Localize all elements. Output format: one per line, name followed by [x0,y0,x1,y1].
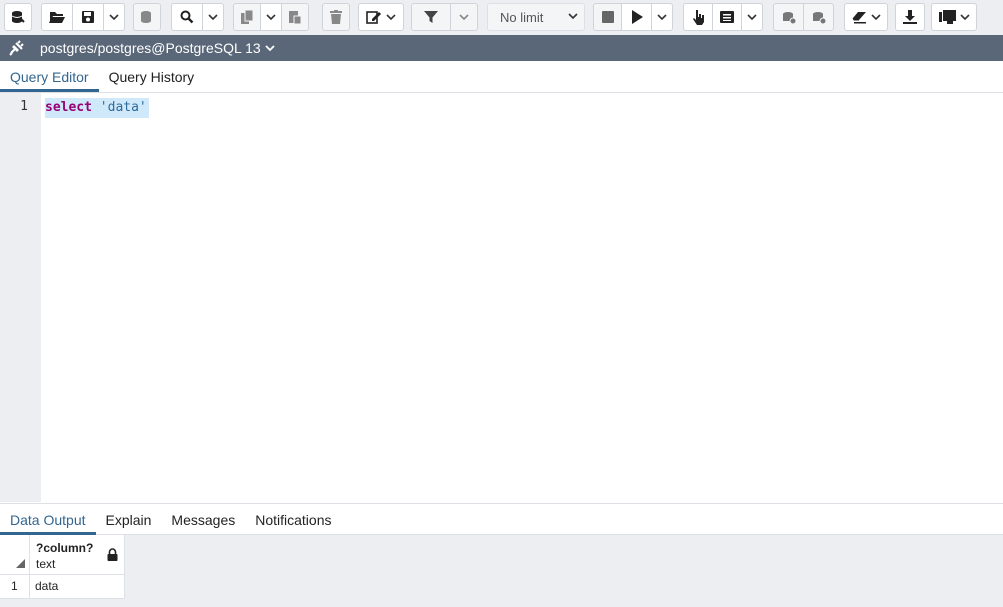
execute-options-dropdown[interactable] [651,3,673,31]
explain-options-dropdown[interactable] [741,3,763,31]
column-name: ?column? [36,541,94,555]
macro-icon [938,10,956,24]
list-icon [720,11,734,23]
object-explorer-button[interactable] [4,3,32,31]
filter-options-dropdown[interactable] [450,3,478,31]
connection-label[interactable]: postgres/postgres@PostgreSQL 13 [40,40,261,56]
line-gutter: 1 [0,93,41,502]
edit-button[interactable] [358,3,404,31]
copy-button[interactable] [233,3,261,31]
limit-select[interactable]: No limit [487,3,585,31]
execute-group [593,3,673,31]
results-grid: ?column? text 1 data [0,535,1003,607]
chevron-down-icon [459,13,469,20]
code-line[interactable]: select 'data' [45,98,149,118]
execute-button[interactable] [621,3,652,31]
table-row[interactable]: 1 data [0,575,125,599]
plug-icon [9,40,24,56]
chevron-down-icon[interactable] [265,44,275,52]
filter-icon [424,11,438,23]
download-icon [903,10,917,24]
tab-data-output[interactable]: Data Output [0,504,96,535]
chevron-down-icon [747,13,757,20]
filter-group [411,3,478,31]
edit-icon [366,11,381,24]
stop-icon [601,11,614,23]
eraser-icon [852,11,866,23]
column-type: text [36,557,56,571]
commit-icon [782,11,796,24]
chevron-down-icon [386,13,396,20]
chevron-down-icon [266,13,276,20]
tab-notifications[interactable]: Notifications [245,504,341,535]
save-file-button[interactable] [72,3,104,31]
save-icon [82,11,94,23]
connection-bar: postgres/postgres@PostgreSQL 13 [0,35,1003,61]
copy-options-dropdown[interactable] [260,3,282,31]
open-file-button[interactable] [41,3,73,31]
transaction-group [773,3,834,31]
find-group [171,3,224,31]
database-icon [11,11,25,23]
editor-tabs: Query Editor Query History [0,61,1003,93]
paste-icon [288,11,301,24]
output-tabs: Data Output Explain Messages Notificatio… [0,503,1003,535]
chevron-down-icon [568,13,578,20]
explain-analyze-button[interactable] [712,3,742,31]
chevron-down-icon [208,13,218,20]
hand-pointer-icon [692,10,704,25]
save-options-dropdown[interactable] [103,3,125,31]
save-results-button[interactable] [133,3,161,31]
column-header[interactable]: ?column? text [36,540,93,572]
delete-button[interactable] [322,3,350,31]
rollback-icon [812,11,826,24]
tab-query-editor[interactable]: Query Editor [0,61,99,92]
paste-button[interactable] [281,3,309,31]
table-cell[interactable]: data [35,575,58,598]
chevron-down-icon [870,13,881,20]
chevron-down-icon [959,13,970,20]
trash-icon [330,10,342,24]
filter-button[interactable] [411,3,451,31]
corner-triangle-icon [16,559,25,568]
commit-button[interactable] [773,3,804,31]
rollback-button[interactable] [803,3,834,31]
limit-select-value: No limit [500,9,544,25]
cancel-query-button[interactable] [593,3,622,31]
find-button[interactable] [171,3,203,31]
download-button[interactable] [895,3,925,31]
tab-explain[interactable]: Explain [96,504,162,535]
lock-icon [107,548,118,561]
sql-string: 'data' [99,100,147,115]
file-group [41,3,125,31]
macros-button[interactable] [931,3,977,31]
copy-icon [240,10,253,24]
find-options-dropdown[interactable] [202,3,224,31]
chevron-down-icon [109,13,119,20]
clear-button[interactable] [844,3,888,31]
explain-group [683,3,763,31]
line-number: 1 [20,99,28,114]
database-edit-icon [141,11,151,23]
connection-status[interactable] [0,35,34,61]
folder-open-icon [49,12,65,23]
grid-header: ?column? text [0,535,125,575]
chevron-down-icon [657,13,667,20]
tab-query-history[interactable]: Query History [99,61,205,92]
clipboard-group [233,3,309,31]
select-all-corner[interactable] [0,535,30,575]
explain-button[interactable] [683,3,713,31]
sql-editor[interactable]: 1 select 'data' [0,93,1003,502]
search-icon [180,10,194,24]
tab-messages[interactable]: Messages [161,504,245,535]
toolbar: No limit [0,0,1003,35]
sql-keyword: select [45,100,92,115]
play-icon [631,10,643,24]
row-number[interactable]: 1 [0,575,30,598]
